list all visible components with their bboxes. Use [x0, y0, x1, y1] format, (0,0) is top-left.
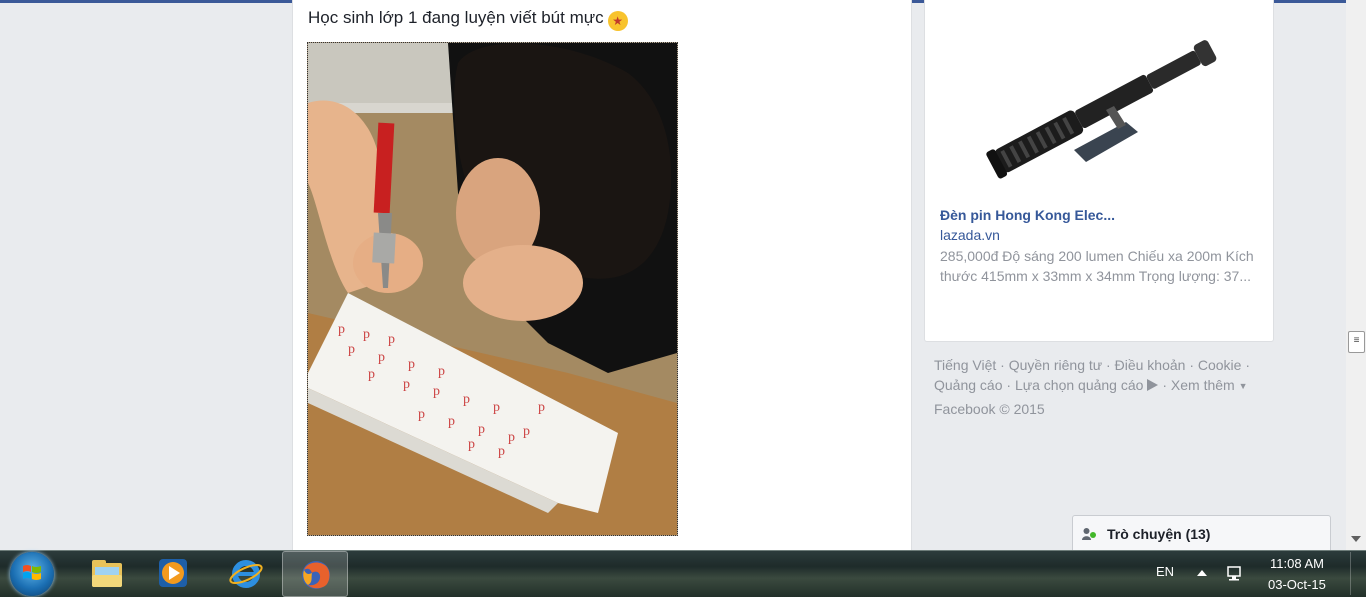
svg-text:p: p — [468, 437, 475, 452]
footer-separator: · — [1245, 357, 1251, 373]
svg-text:p: p — [408, 357, 415, 372]
media-player-icon — [159, 559, 187, 587]
show-hidden-icons-arrow-icon[interactable] — [1197, 570, 1207, 576]
ad-image[interactable] — [926, 0, 1272, 198]
flashlight-baton-image — [926, 0, 1272, 198]
show-desktop-button[interactable] — [1350, 552, 1366, 595]
post-caption: Học sinh lớp 1 đang luyện viết bút mực ★ — [308, 8, 628, 31]
svg-text:p: p — [498, 444, 505, 459]
post-photo[interactable]: ppp pppp ppppp ppppp ppp — [307, 42, 678, 536]
star-struck-emoji-icon: ★ — [607, 11, 628, 31]
footer-link-privacy[interactable]: Quyền riêng tư — [1009, 357, 1102, 373]
svg-text:p: p — [363, 327, 370, 342]
svg-text:p: p — [348, 342, 355, 357]
footer-link-cookie[interactable]: Cookie — [1198, 357, 1242, 373]
child-writing-photo: ppp pp p p pp ppp p pppp p pp — [308, 43, 677, 535]
firefox-icon — [302, 561, 330, 589]
svg-text:p: p — [378, 350, 385, 365]
svg-text:p: p — [368, 367, 375, 382]
ad-description: 285,000đ Độ sáng 200 lumen Chiếu xa 200m… — [940, 248, 1254, 284]
footer-links: Tiếng Việt · Quyền riêng tư · Điều khoản… — [934, 355, 1274, 396]
taskbar-firefox-button[interactable] — [282, 551, 348, 597]
svg-text:p: p — [433, 384, 440, 399]
footer-link-language[interactable]: Tiếng Việt — [934, 357, 996, 373]
start-button[interactable] — [10, 552, 54, 596]
ad-domain[interactable]: lazada.vn — [940, 227, 1000, 243]
footer-link-more[interactable]: Xem thêm ▼ — [1171, 377, 1248, 393]
svg-text:p: p — [478, 422, 485, 437]
windows-explorer-icon — [92, 560, 122, 587]
scroll-down-arrow-icon[interactable] — [1351, 536, 1361, 542]
footer-separator: · — [1106, 357, 1111, 373]
ad-choices-icon — [1147, 379, 1159, 391]
svg-text:p: p — [418, 407, 425, 422]
chat-label: Trò chuyện (13) — [1107, 526, 1211, 542]
taskbar-explorer-button[interactable] — [74, 551, 138, 595]
clock-time[interactable]: 11:08 AM — [1270, 556, 1324, 571]
svg-text:p: p — [388, 332, 395, 347]
post-caption-text: Học sinh lớp 1 đang luyện viết bút mực — [308, 8, 604, 27]
language-indicator[interactable]: EN — [1156, 564, 1174, 579]
windows-taskbar: EN 11:08 AM 03-Oct-15 — [0, 550, 1366, 597]
scrollbar-thumb[interactable]: ≡ — [1348, 331, 1365, 353]
footer-separator: · — [1000, 357, 1005, 373]
post-card: Học sinh lớp 1 đang luyện viết bút mực ★ … — [292, 0, 912, 550]
vertical-scrollbar[interactable]: ≡ — [1346, 0, 1366, 550]
footer-separator: · — [1006, 377, 1012, 393]
taskbar-media-player-button[interactable] — [140, 551, 204, 595]
chat-contacts-icon — [1082, 528, 1096, 540]
clock-date[interactable]: 03-Oct-15 — [1268, 577, 1326, 592]
svg-text:p: p — [438, 364, 445, 379]
footer-separator: · — [1162, 377, 1167, 393]
windows-logo-icon — [23, 565, 41, 580]
footer-link-ad-choices[interactable]: Lựa chọn quảng cáo — [1014, 377, 1159, 393]
network-icon[interactable] — [1226, 564, 1244, 582]
footer-copyright: Facebook © 2015 — [934, 401, 1045, 417]
svg-text:p: p — [403, 377, 410, 392]
sponsored-ad-card[interactable]: Đèn pin Hong Kong Elec... lazada.vn 285,… — [924, 0, 1274, 342]
svg-text:p: p — [538, 400, 545, 415]
svg-text:p: p — [463, 392, 470, 407]
svg-text:p: p — [508, 430, 515, 445]
footer-link-advertising[interactable]: Quảng cáo — [934, 377, 1003, 393]
svg-text:p: p — [493, 400, 500, 415]
svg-text:p: p — [523, 424, 530, 439]
footer-link-ad-choices-label: Lựa chọn quảng cáo — [1014, 377, 1144, 393]
caret-down-icon: ▼ — [1238, 381, 1248, 391]
internet-explorer-icon — [229, 560, 263, 588]
footer-link-terms[interactable]: Điều khoản — [1115, 357, 1186, 373]
footer-separator: · — [1189, 357, 1194, 373]
ad-title[interactable]: Đèn pin Hong Kong Elec... — [940, 207, 1115, 223]
taskbar-ie-button[interactable] — [212, 551, 276, 595]
chat-sidebar-toggle[interactable]: Trò chuyện (13) — [1072, 515, 1331, 551]
svg-text:p: p — [448, 414, 455, 429]
footer-link-more-label: Xem thêm — [1170, 377, 1235, 393]
svg-text:p: p — [338, 322, 345, 337]
